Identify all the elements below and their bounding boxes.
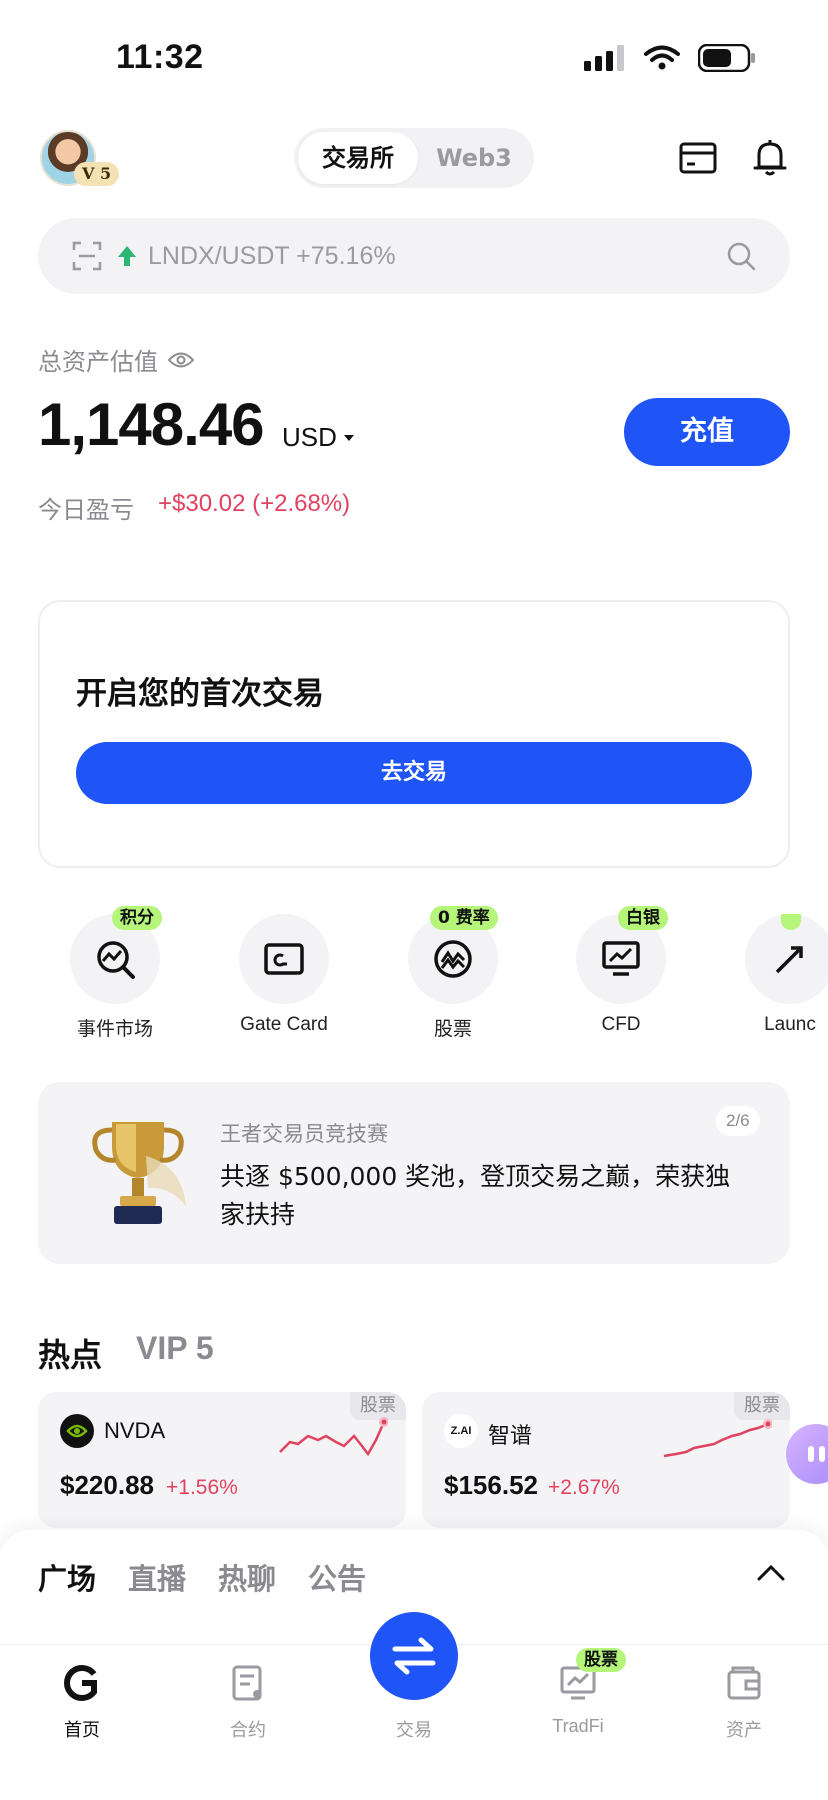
first-trade-card [38,600,790,868]
tab-web3[interactable]: Web3 [418,132,530,184]
total-assets-amount: 1,148.46 [38,391,265,458]
card-icon[interactable] [676,136,720,180]
stock-price: $156.52 [444,1470,538,1500]
stock-change: +2.67% [548,1476,620,1499]
tab-live[interactable]: 直播 [128,1556,186,1598]
tab-announcement[interactable]: 公告 [308,1556,366,1598]
today-pnl-value: +$30.02 (+2.68%) [158,490,351,517]
status-icons [584,44,756,72]
search-input[interactable]: LNDX/USDT +75.16% [148,242,396,271]
stock-name: NVDA [104,1418,166,1443]
shortcut-label: CFD [601,1014,641,1035]
tab-hot[interactable]: 热点 [38,1330,102,1376]
shortcut-label: 事件市场 [76,1019,153,1040]
caret-down-icon [343,434,354,441]
shortcut-tag: 0 费率 [430,906,498,930]
shortcut-launch[interactable]: Launc [705,914,828,1044]
stock-name: 智谱 [488,1423,533,1448]
nav-futures[interactable]: 合约 [188,1660,308,1742]
battery-icon [698,44,755,72]
search-bar[interactable]: LNDX/USDT +75.16% [38,218,790,294]
stock-change: +1.56% [166,1476,238,1499]
first-trade-title: 开启您的首次交易 [76,676,324,712]
go-trade-button[interactable]: 去交易 [76,742,752,804]
swap-icon [392,1637,436,1675]
vip-badge: V 5 [74,162,120,186]
nav-trade[interactable] [370,1612,458,1700]
nvidia-logo-icon [60,1414,94,1448]
zai-logo-icon: Z.AI [444,1414,478,1448]
tab-vip[interactable]: VIP 5 [136,1330,214,1367]
nav-label: 交易 [396,1720,432,1741]
currency-selector[interactable]: USD [282,422,355,453]
bell-icon[interactable] [748,136,792,180]
shortcut-label: Gate Card [240,1014,328,1035]
signal-icon [584,45,624,71]
deposit-button[interactable]: 充值 [624,398,790,466]
nav-label: 首页 [64,1720,100,1741]
gate-card-icon [239,914,329,1004]
nav-tradfi[interactable]: TradFi [518,1660,638,1737]
sparkline-icon [279,1417,388,1457]
scan-icon[interactable] [72,241,102,271]
shortcut-label: Launc [764,1014,816,1035]
trend-up-icon [118,246,136,266]
shortcut-tag: 白银 [618,906,668,930]
wallet-icon [684,1660,804,1706]
search-icon[interactable] [726,241,756,271]
stock-card-zhipu[interactable]: 股票 Z.AI 智谱 $156.52 +2.67% [422,1392,790,1528]
exchange-web3-switch[interactable]: 交易所 Web3 [294,128,534,188]
today-pnl-label: 今日盈亏 [38,496,134,524]
eye-icon[interactable] [168,351,194,369]
total-assets-label: 总资产估值 [38,342,194,377]
futures-icon [188,1660,308,1706]
shortcut-label: 股票 [433,1019,472,1040]
home-icon [22,1660,142,1706]
currency-label: USD [282,422,337,452]
nav-label: TradFi [552,1716,604,1736]
tab-square[interactable]: 广场 [38,1556,96,1598]
stock-card-nvda[interactable]: 股票 NVDA $220.88 +1.56% [38,1392,406,1528]
floating-assistant-button[interactable] [786,1424,828,1484]
nav-label: 资产 [726,1720,762,1741]
nav-label: 合约 [230,1720,266,1741]
nav-home[interactable]: 首页 [22,1660,142,1742]
banner-page-indicator: 2/6 [716,1106,760,1136]
shortcut-tag: 积分 [112,906,162,930]
tab-exchange[interactable]: 交易所 [298,132,418,184]
total-assets-text: 总资产估值 [38,348,158,376]
trophy-icon [86,1116,190,1232]
banner-text: 共逐 $500,000 奖池，登顶交易之巅，荣获独家扶持 [220,1162,731,1229]
chevron-up-icon[interactable] [756,1562,786,1586]
sparkline-icon [663,1419,772,1458]
status-time: 11:32 [116,38,204,76]
nav-assets[interactable]: 资产 [684,1660,804,1742]
banner-subtitle: 王者交易员竞技赛 [220,1122,388,1146]
tradfi-tag: 股票 [576,1648,626,1672]
wifi-icon [644,45,680,70]
stock-price: $220.88 [60,1470,154,1500]
tab-chat[interactable]: 热聊 [218,1556,276,1598]
